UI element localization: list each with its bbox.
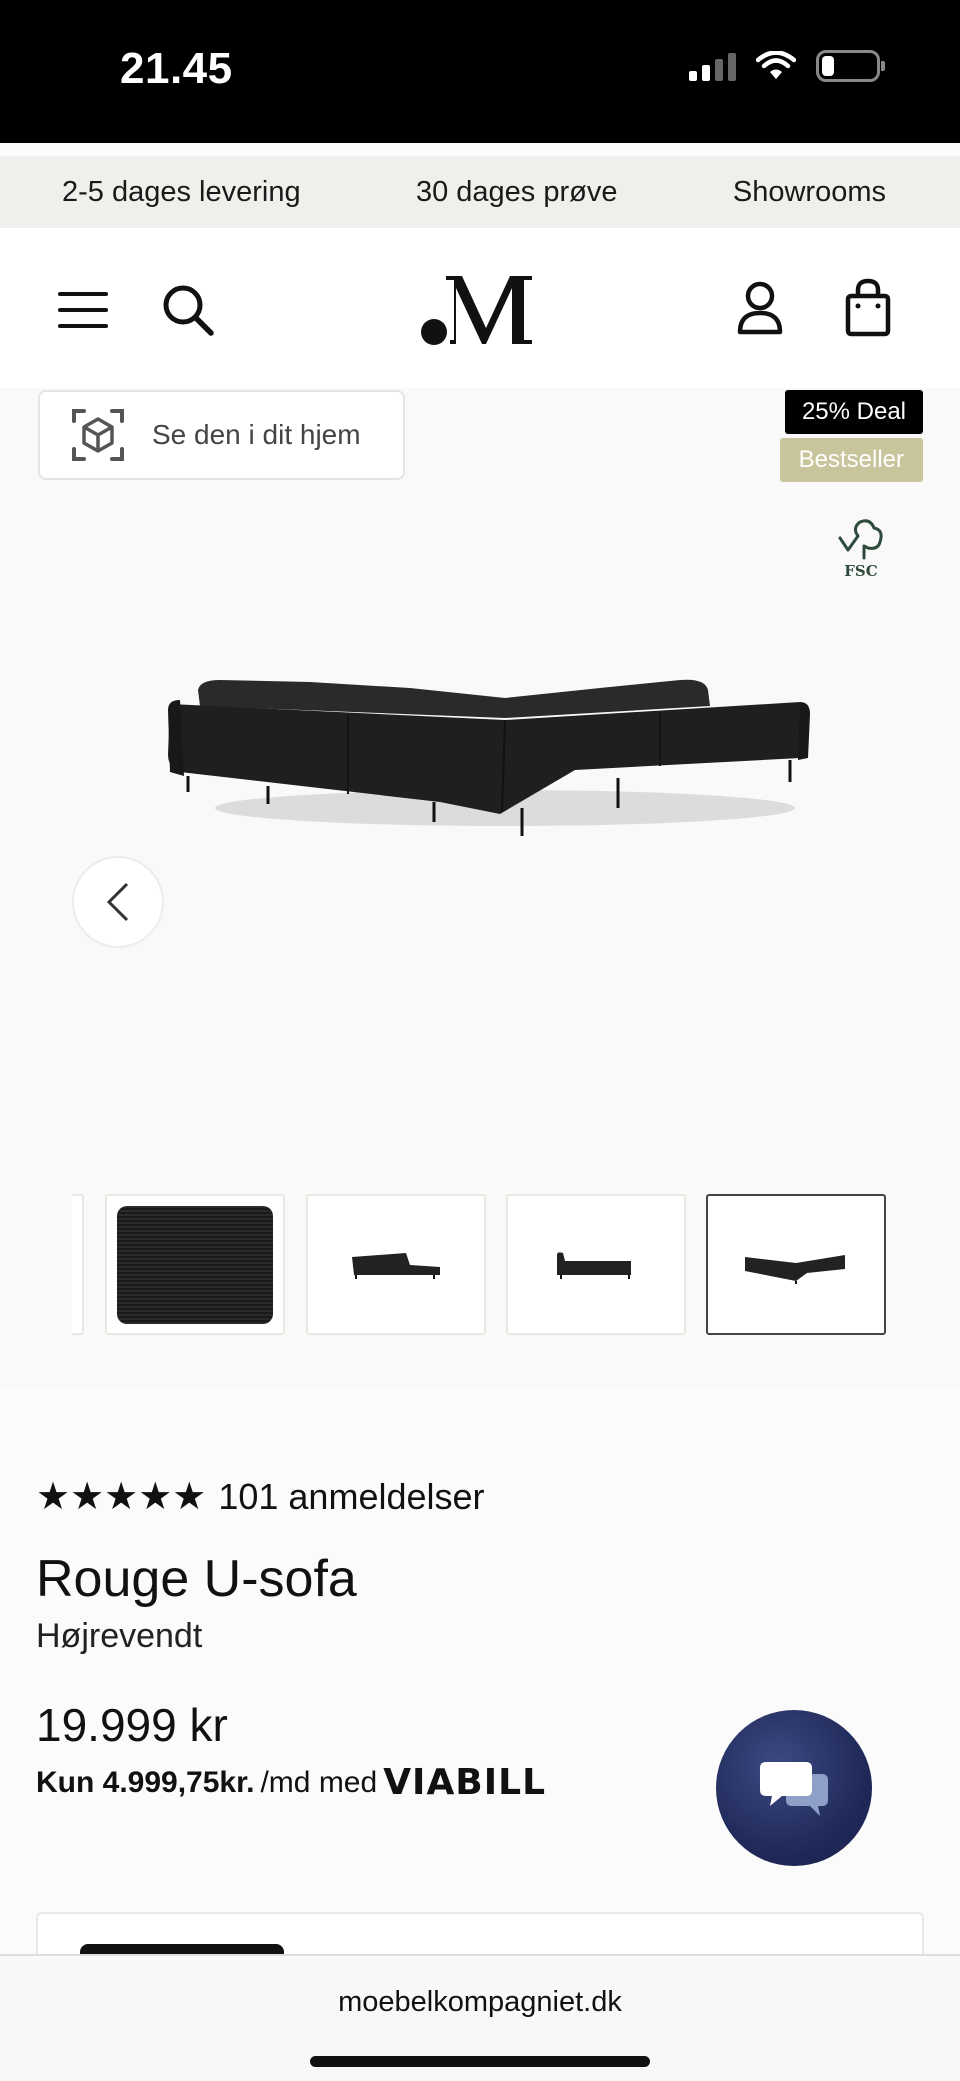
prev-image-button[interactable]: [72, 856, 164, 948]
fsc-tree-icon: FSC: [838, 519, 883, 580]
shopping-bag-icon[interactable]: [844, 278, 892, 338]
ar-view-button[interactable]: Se den i dit hjem: [38, 390, 405, 480]
status-icons: [689, 50, 885, 82]
review-count[interactable]: 101 anmeldelser: [218, 1476, 484, 1518]
viabill-logo: VIABILL: [383, 1762, 547, 1803]
thumbnail-front-view[interactable]: [506, 1194, 686, 1335]
thumbnail-fabric-swatch[interactable]: [105, 1194, 285, 1335]
cellular-signal-icon: [689, 51, 736, 81]
browser-bar: moebelkompagniet.dk: [0, 1954, 960, 2081]
site-logo[interactable]: [420, 274, 540, 346]
thumbnail-strip: [0, 1194, 960, 1336]
menu-icon[interactable]: [58, 292, 108, 328]
account-icon[interactable]: [736, 280, 784, 336]
status-bar: 21.45: [0, 0, 960, 143]
product-title: Rouge U-sofa: [36, 1550, 357, 1608]
fsc-label: FSC: [844, 562, 877, 580]
ar-cube-icon: [72, 409, 124, 461]
chat-button[interactable]: [716, 1710, 872, 1866]
fabric-swatch-image: [117, 1205, 273, 1324]
star-rating-icon: ★★★★★: [36, 1476, 207, 1518]
installment-suffix: /md med: [260, 1765, 378, 1799]
product-variant: Højrevendt: [36, 1617, 203, 1655]
thumbnail-side-view[interactable]: [306, 1194, 486, 1335]
wifi-icon: [756, 51, 796, 79]
home-indicator[interactable]: [310, 2056, 650, 2067]
chevron-left-icon: [106, 882, 129, 922]
sofa-product-image: [168, 679, 810, 836]
sofa-thumbnail-image: [352, 1252, 440, 1279]
promo-bar: 2-5 dages levering 30 dages prøve Showro…: [0, 156, 960, 228]
bestseller-badge: Bestseller: [779, 438, 923, 482]
sofa-thumbnail-image: [557, 1251, 631, 1279]
installment-amount: Kun 4.999,75kr.: [36, 1765, 255, 1799]
status-time: 21.45: [120, 44, 233, 93]
thumbnail-back-view[interactable]: [706, 1194, 886, 1335]
promo-trial[interactable]: 30 dages prøve: [416, 176, 618, 209]
promo-showrooms[interactable]: Showrooms: [733, 176, 886, 209]
thumbnail-partial[interactable]: [72, 1194, 84, 1335]
promo-delivery[interactable]: 2-5 dages levering: [62, 176, 301, 209]
ar-button-label: Se den i dit hjem: [152, 419, 361, 450]
url-text[interactable]: moebelkompagniet.dk: [0, 1986, 960, 2019]
battery-icon: [816, 50, 885, 82]
search-icon[interactable]: [160, 282, 216, 338]
chat-bubbles-icon: [760, 1762, 828, 1816]
deal-badge: 25% Deal: [784, 390, 923, 434]
sofa-thumbnail-image: [745, 1254, 845, 1284]
site-header: [0, 228, 960, 388]
product-gallery: Se den i dit hjem 25% Deal Bestseller FS…: [0, 388, 960, 1388]
rating-row[interactable]: ★★★★★ 101 anmeldelser: [36, 1474, 926, 1519]
